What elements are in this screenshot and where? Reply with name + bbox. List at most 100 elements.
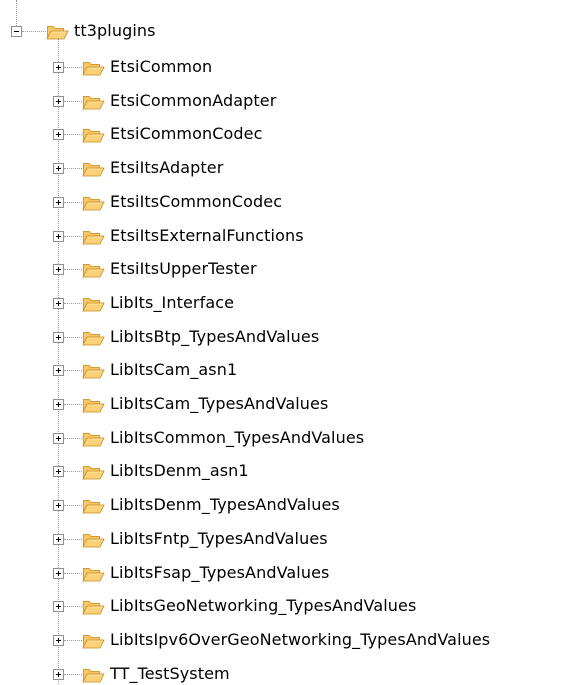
expand-toggle[interactable] (53, 669, 64, 680)
tree-node-label: LibItsFsap_TypesAndValues (110, 563, 330, 582)
tree-connector (64, 640, 82, 641)
tree-node-label: LibItsGeoNetworking_TypesAndValues (110, 596, 417, 615)
folder-icon (82, 196, 105, 210)
tree-connector (64, 674, 82, 675)
expand-toggle[interactable] (53, 264, 64, 275)
tree-node[interactable]: EtsiCommon (82, 56, 212, 78)
tree-node-label: EtsiItsAdapter (110, 158, 224, 177)
folder-icon (82, 331, 105, 345)
expand-toggle[interactable] (53, 635, 64, 646)
tree-node-label: EtsiItsExternalFunctions (110, 226, 304, 245)
tree-connector (64, 505, 82, 506)
tree-node[interactable]: EtsiCommonCodec (82, 123, 262, 145)
tree-connector (64, 471, 82, 472)
tree-node-root[interactable]: tt3plugins (46, 20, 156, 42)
expand-toggle[interactable] (53, 601, 64, 612)
folder-icon (82, 230, 105, 244)
tree-node-label: LibItsDenm_TypesAndValues (110, 495, 340, 514)
tree-node[interactable]: LibItsCam_asn1 (82, 359, 237, 381)
expand-toggle[interactable] (53, 399, 64, 410)
tree-connector (64, 269, 82, 270)
folder-icon (82, 533, 105, 547)
folder-icon (82, 432, 105, 446)
tree-connector (64, 303, 82, 304)
tree-node[interactable]: LibIts_Interface (82, 292, 234, 314)
expand-toggle[interactable] (53, 365, 64, 376)
tree-node-label: EtsiItsUpperTester (110, 259, 257, 278)
folder-icon (82, 297, 105, 311)
tree-node[interactable]: LibItsFsap_TypesAndValues (82, 562, 329, 584)
tree-node[interactable]: LibItsCam_TypesAndValues (82, 393, 328, 415)
folder-icon (82, 600, 105, 614)
folder-icon (82, 398, 105, 412)
tree-node-label: LibItsBtp_TypesAndValues (110, 327, 320, 346)
tree-node-label: LibIts_Interface (110, 293, 235, 312)
expand-toggle[interactable] (53, 568, 64, 579)
tree-node[interactable]: LibItsCommon_TypesAndValues (82, 427, 364, 449)
tree-connector (64, 539, 82, 540)
expand-toggle[interactable] (53, 500, 64, 511)
tree-node[interactable]: LibItsFntp_TypesAndValues (82, 528, 328, 550)
expand-toggle[interactable] (53, 129, 64, 140)
expand-toggle[interactable] (53, 298, 64, 309)
tree-node[interactable]: EtsiItsUpperTester (82, 258, 257, 280)
expand-toggle[interactable] (53, 332, 64, 343)
tree-node-label: LibItsCam_TypesAndValues (110, 394, 329, 413)
tree-node[interactable]: LibItsDenm_TypesAndValues (82, 494, 340, 516)
expand-toggle[interactable] (53, 163, 64, 174)
tree-node-label: EtsiCommonCodec (110, 124, 263, 143)
tree-node[interactable]: EtsiItsAdapter (82, 157, 223, 179)
tree-node[interactable]: LibItsGeoNetworking_TypesAndValues (82, 595, 416, 617)
tree-connector (64, 101, 82, 102)
tree-node-label: EtsiCommonAdapter (110, 91, 277, 110)
tree-node[interactable]: LibItsDenm_asn1 (82, 460, 249, 482)
tree-connector (64, 236, 82, 237)
tree-node[interactable]: EtsiCommonAdapter (82, 90, 276, 112)
tree-connector (64, 606, 82, 607)
folder-icon (82, 668, 105, 682)
folder-icon (82, 364, 105, 378)
project-tree: tt3plugins EtsiCommon EtsiCommonAdapter … (0, 0, 584, 684)
expand-toggle[interactable] (53, 433, 64, 444)
folder-icon (82, 95, 105, 109)
tree-node[interactable]: LibItsIpv6OverGeoNetworking_TypesAndValu… (82, 629, 490, 651)
tree-connector (64, 404, 82, 405)
folder-icon (82, 634, 105, 648)
folder-icon (82, 61, 105, 75)
tree-node-label: LibItsIpv6OverGeoNetworking_TypesAndValu… (110, 630, 491, 649)
tree-node-label: LibItsFntp_TypesAndValues (110, 529, 328, 548)
tree-connector (64, 202, 82, 203)
tree-node[interactable]: LibItsBtp_TypesAndValues (82, 326, 319, 348)
folder-icon (82, 567, 105, 581)
tree-connector-root-top (16, 0, 17, 26)
folder-icon (82, 263, 105, 277)
tree-connector (64, 438, 82, 439)
folder-icon (82, 128, 105, 142)
tree-connector (64, 67, 82, 68)
folder-icon (82, 465, 105, 479)
expand-toggle[interactable] (53, 62, 64, 73)
tree-connector-root (22, 31, 46, 32)
tree-connector (64, 134, 82, 135)
tree-node[interactable]: EtsiItsCommonCodec (82, 191, 282, 213)
folder-icon (82, 162, 105, 176)
expand-toggle[interactable] (53, 197, 64, 208)
tree-node-label: TT_TestSystem (110, 664, 230, 683)
tree-node-label-root: tt3plugins (74, 21, 156, 40)
tree-connector (64, 337, 82, 338)
tree-node-label: LibItsDenm_asn1 (110, 461, 249, 480)
folder-icon (82, 499, 105, 513)
tree-node-label: EtsiItsCommonCodec (110, 192, 283, 211)
tree-node-label: EtsiCommon (110, 57, 213, 76)
tree-node-label: LibItsCam_asn1 (110, 360, 238, 379)
expand-toggle[interactable] (53, 466, 64, 477)
expand-toggle[interactable] (53, 534, 64, 545)
expand-toggle[interactable] (53, 231, 64, 242)
tree-connector (64, 168, 82, 169)
tree-node[interactable]: TT_TestSystem (82, 663, 230, 685)
tree-connector (64, 370, 82, 371)
tree-node[interactable]: EtsiItsExternalFunctions (82, 225, 304, 247)
tree-node-label: LibItsCommon_TypesAndValues (110, 428, 365, 447)
root-collapse-toggle[interactable] (11, 26, 22, 37)
expand-toggle[interactable] (53, 96, 64, 107)
